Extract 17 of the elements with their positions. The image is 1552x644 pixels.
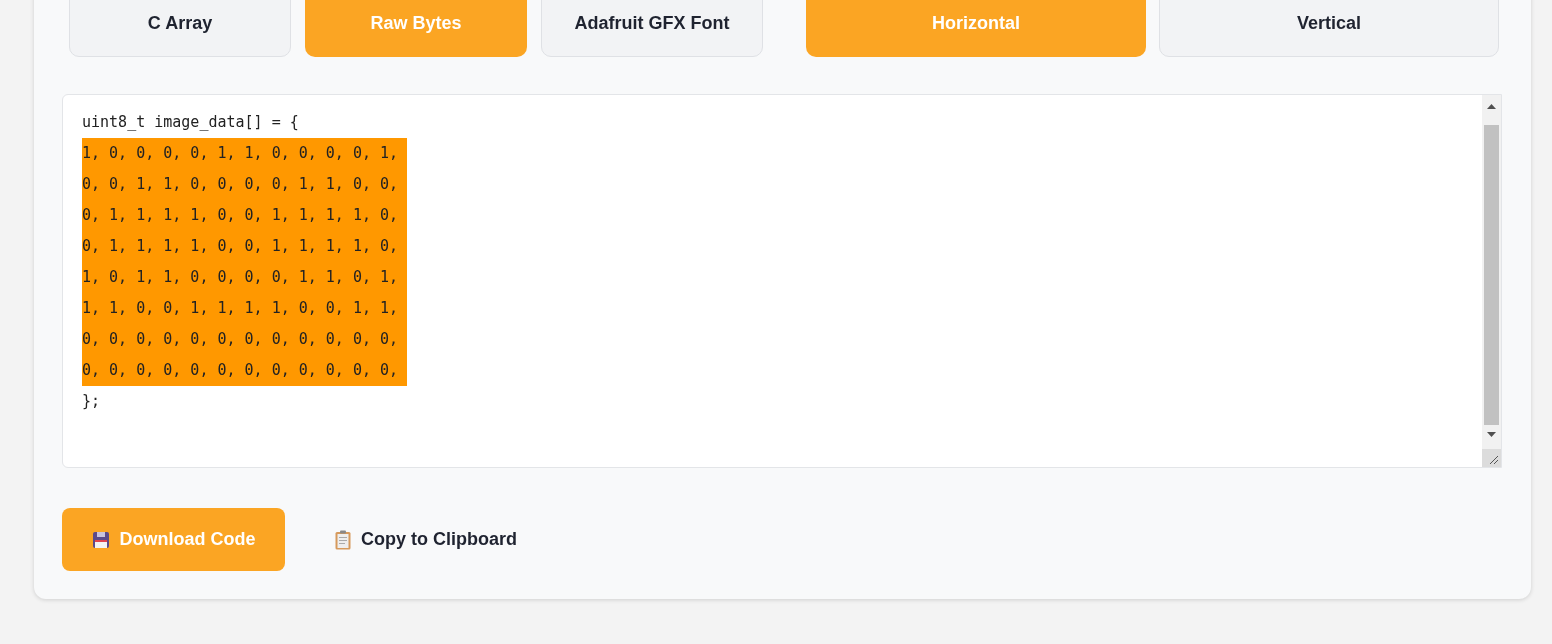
code-line: 0, 0, 1, 1, 0, 0, 0, 0, 1, 1, 0, 0, <box>82 174 400 195</box>
code-line: 1, 0, 1, 1, 0, 0, 0, 0, 1, 1, 0, 1, <box>82 267 400 288</box>
code-line: 0, 1, 1, 1, 1, 0, 0, 1, 1, 1, 1, 0, <box>82 236 400 257</box>
clipboard-icon <box>335 529 351 550</box>
option-tab[interactable]: Vertical <box>1159 0 1499 57</box>
code-line: 1, 0, 0, 0, 0, 1, 1, 0, 0, 0, 0, 1, <box>82 143 400 164</box>
code-line: uint8_t image_data[] = { <box>82 112 299 133</box>
code-line: 1, 1, 0, 0, 1, 1, 1, 1, 0, 0, 1, 1, <box>82 298 400 319</box>
code-line: 0, 0, 0, 0, 0, 0, 0, 0, 0, 0, 0, 0, <box>82 329 400 350</box>
code-line: 0, 0, 0, 0, 0, 0, 0, 0, 0, 0, 0, 0, <box>82 360 399 381</box>
scrollbar[interactable] <box>1482 95 1501 467</box>
code-area[interactable] <box>62 94 1502 468</box>
code-line: }; <box>82 391 101 412</box>
option-tab[interactable]: C Array <box>69 0 291 57</box>
copy-button[interactable]: Copy to Clipboard <box>315 508 537 571</box>
option-tab[interactable]: Adafruit GFX Font <box>541 0 763 57</box>
code-line: 0, 1, 1, 1, 1, 0, 0, 1, 1, 1, 1, 0, <box>82 205 400 226</box>
